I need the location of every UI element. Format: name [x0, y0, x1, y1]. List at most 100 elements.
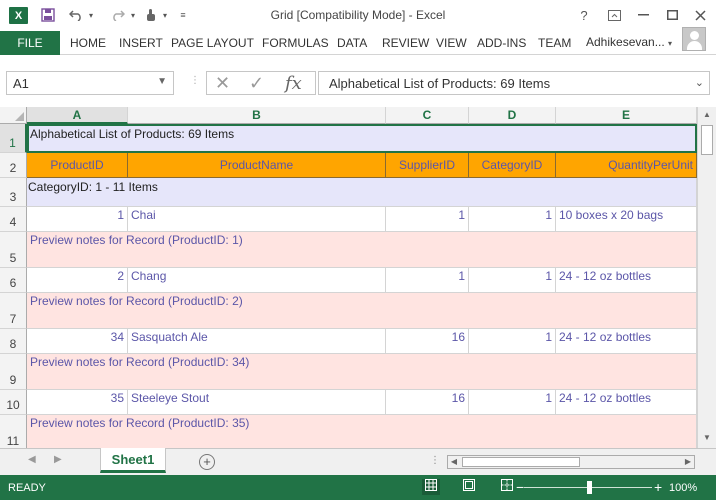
table-row-cell[interactable]: 24 - 12 oz bottles — [556, 329, 697, 354]
column-header-a[interactable]: A — [27, 107, 128, 124]
horizontal-scroll-thumb[interactable] — [462, 457, 580, 467]
table-row-cell[interactable]: Steeleye Stout — [128, 390, 386, 415]
confirm-entry-icon[interactable]: ✓ — [249, 73, 264, 94]
customize-qat-icon[interactable]: ≡ — [176, 5, 190, 25]
tab-view[interactable]: VIEW — [436, 31, 467, 55]
row-header-9[interactable]: 9 — [0, 354, 27, 390]
table-row-cell[interactable]: 34 — [27, 329, 128, 354]
header-quantity-per-unit[interactable]: QuantityPerUnit — [556, 153, 697, 178]
page-layout-view-icon[interactable] — [460, 479, 478, 495]
table-row-cell[interactable]: 10 boxes x 20 bags — [556, 207, 697, 232]
cancel-entry-icon[interactable]: ✕ — [215, 73, 230, 94]
tab-add-ins[interactable]: ADD-INS — [477, 31, 526, 55]
avatar[interactable] — [682, 27, 706, 51]
notes-row-cell[interactable]: Preview notes for Record (ProductID: 35) — [27, 415, 697, 448]
zoom-slider-thumb[interactable] — [587, 481, 592, 494]
formula-bar-grip-icon[interactable]: ⋮ — [190, 75, 200, 91]
column-header-e[interactable]: E — [556, 107, 697, 124]
table-row-cell[interactable]: 2 — [27, 268, 128, 293]
table-row-cell[interactable]: 1 — [469, 207, 556, 232]
notes-row-cell[interactable]: Preview notes for Record (ProductID: 1) — [27, 232, 697, 268]
previous-sheet-icon[interactable]: ◀ — [28, 454, 36, 465]
table-row-cell[interactable]: 1 — [386, 207, 469, 232]
touch-dropdown-icon[interactable]: ▾ — [160, 5, 170, 25]
formula-input[interactable]: Alphabetical List of Products: 69 Items … — [318, 71, 710, 95]
table-row-cell[interactable]: 1 — [27, 207, 128, 232]
horizontal-scrollbar[interactable]: ◀ ▶ — [447, 455, 695, 469]
row-header-5[interactable]: 5 — [0, 232, 27, 268]
notes-row-cell[interactable]: Preview notes for Record (ProductID: 2) — [27, 293, 697, 329]
scroll-left-icon[interactable]: ◀ — [448, 456, 460, 468]
insert-function-icon[interactable]: fx — [285, 73, 302, 94]
row-header-11[interactable]: 11 — [0, 415, 27, 448]
table-row-cell[interactable]: 1 — [469, 390, 556, 415]
maximize-icon[interactable] — [658, 4, 686, 26]
undo-dropdown-icon[interactable]: ▾ — [86, 5, 96, 25]
user-name[interactable]: Adhikesevan... — [586, 35, 665, 49]
undo-icon[interactable] — [66, 5, 86, 25]
notes-row-cell[interactable]: Preview notes for Record (ProductID: 34) — [27, 354, 697, 390]
tab-split-handle-icon[interactable]: ⋮ — [430, 455, 440, 466]
table-row-cell[interactable]: 1 — [469, 268, 556, 293]
table-row-cell[interactable]: Chang — [128, 268, 386, 293]
worksheet-grid[interactable]: A B C D E 1 2 3 4 5 6 7 8 9 10 11 Alphab… — [0, 107, 716, 448]
zoom-in-icon[interactable]: + — [654, 479, 662, 495]
save-icon[interactable] — [38, 5, 58, 25]
normal-view-icon[interactable] — [422, 479, 440, 495]
header-product-id[interactable]: ProductID — [27, 153, 128, 178]
table-row-cell[interactable]: Chai — [128, 207, 386, 232]
select-all-button[interactable] — [0, 107, 27, 124]
name-box[interactable]: A1 ▼ — [6, 71, 174, 95]
table-row-cell[interactable]: 1 — [469, 329, 556, 354]
row-header-4[interactable]: 4 — [0, 207, 27, 232]
row-header-8[interactable]: 8 — [0, 329, 27, 354]
redo-icon[interactable] — [108, 5, 128, 25]
table-row-cell[interactable]: 24 - 12 oz bottles — [556, 268, 697, 293]
tab-review[interactable]: REVIEW — [382, 31, 429, 55]
sheet-tab-sheet1[interactable]: Sheet1 — [100, 448, 166, 473]
ribbon-display-options-icon[interactable] — [600, 4, 628, 26]
table-row-cell[interactable]: 24 - 12 oz bottles — [556, 390, 697, 415]
add-sheet-button[interactable]: + — [199, 454, 215, 470]
name-box-dropdown-icon[interactable]: ▼ — [157, 76, 167, 87]
column-header-c[interactable]: C — [386, 107, 469, 124]
zoom-out-icon[interactable]: − — [516, 479, 524, 495]
vertical-scroll-thumb[interactable] — [701, 125, 713, 155]
row-header-3[interactable]: 3 — [0, 178, 27, 207]
zoom-level[interactable]: 100% — [669, 482, 697, 494]
row-header-1[interactable]: 1 — [0, 124, 27, 153]
table-row-cell[interactable]: 35 — [27, 390, 128, 415]
page-break-preview-icon[interactable] — [498, 479, 516, 495]
vertical-scrollbar[interactable]: ▲ ▼ — [697, 107, 716, 448]
help-button[interactable]: ? — [570, 4, 598, 26]
tab-insert[interactable]: INSERT — [119, 31, 163, 55]
close-icon[interactable] — [686, 4, 714, 26]
row-header-2[interactable]: 2 — [0, 153, 27, 178]
touch-mode-icon[interactable] — [142, 5, 160, 25]
minimize-icon[interactable] — [629, 4, 657, 26]
tab-home[interactable]: HOME — [70, 31, 106, 55]
group-header-cell[interactable]: CategoryID: 1 - 11 Items — [27, 178, 697, 207]
tab-data[interactable]: DATA — [337, 31, 367, 55]
table-row-cell[interactable]: 1 — [386, 268, 469, 293]
column-header-d[interactable]: D — [469, 107, 556, 124]
header-supplier-id[interactable]: SupplierID — [386, 153, 469, 178]
tab-page-layout[interactable]: PAGE LAYOUT — [171, 31, 254, 55]
tab-file[interactable]: FILE — [0, 31, 60, 55]
expand-formula-bar-icon[interactable]: ⌄ — [695, 76, 704, 89]
tab-formulas[interactable]: FORMULAS — [262, 31, 329, 55]
header-product-name[interactable]: ProductName — [128, 153, 386, 178]
table-row-cell[interactable]: 16 — [386, 329, 469, 354]
next-sheet-icon[interactable]: ▶ — [54, 454, 62, 465]
user-dropdown-icon[interactable]: ▾ — [668, 31, 672, 55]
scroll-down-icon[interactable]: ▼ — [701, 433, 713, 445]
scroll-right-icon[interactable]: ▶ — [682, 456, 694, 468]
table-row-cell[interactable]: Sasquatch Ale — [128, 329, 386, 354]
row-header-7[interactable]: 7 — [0, 293, 27, 329]
row-header-6[interactable]: 6 — [0, 268, 27, 293]
row-header-10[interactable]: 10 — [0, 390, 27, 415]
sheet-title-cell[interactable]: Alphabetical List of Products: 69 Items — [27, 124, 697, 153]
table-row-cell[interactable]: 16 — [386, 390, 469, 415]
header-category-id[interactable]: CategoryID — [469, 153, 556, 178]
scroll-up-icon[interactable]: ▲ — [701, 110, 713, 122]
